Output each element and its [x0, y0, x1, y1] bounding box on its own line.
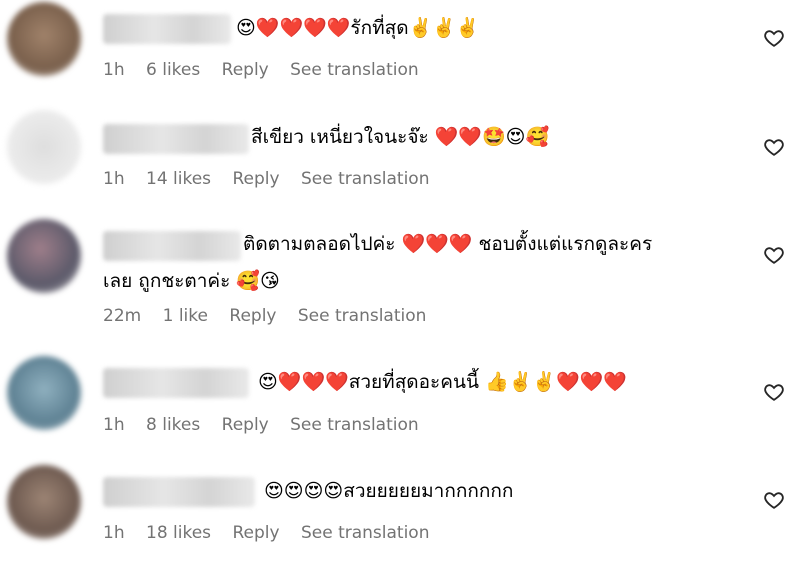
like-heart-icon[interactable] [763, 489, 785, 511]
timestamp: 1h [103, 169, 125, 189]
like-heart-icon[interactable] [763, 381, 785, 403]
comment-meta: 1h 14 likes Reply See translation [103, 169, 445, 189]
reply-button[interactable]: Reply [229, 306, 276, 326]
reply-button[interactable]: Reply [232, 523, 279, 543]
see-translation-link[interactable]: See translation [301, 169, 430, 189]
likes-count[interactable]: 8 likes [146, 415, 200, 435]
see-translation-link[interactable]: See translation [298, 306, 427, 326]
username-blurred[interactable] [103, 14, 231, 44]
timestamp: 1h [103, 415, 125, 435]
likes-count[interactable]: 18 likes [146, 523, 211, 543]
username-blurred[interactable] [103, 477, 255, 507]
like-heart-icon[interactable] [763, 27, 785, 49]
avatar[interactable] [7, 110, 81, 184]
timestamp: 1h [103, 60, 125, 80]
reply-button[interactable]: Reply [232, 169, 279, 189]
like-heart-icon[interactable] [763, 136, 785, 158]
timestamp: 22m [103, 306, 142, 326]
likes-count[interactable]: 14 likes [146, 169, 211, 189]
see-translation-link[interactable]: See translation [301, 523, 430, 543]
avatar[interactable] [7, 356, 81, 430]
comment-meta: 1h 6 likes Reply See translation [103, 60, 435, 80]
reply-button[interactable]: Reply [222, 415, 269, 435]
comment-text: 😍❤️❤️❤️สวยที่สุดอะคนนี้ 👍✌️✌️❤️❤️❤️ [258, 371, 627, 393]
comment-text: 😍❤️❤️❤️❤️รักที่สุด✌️✌️✌️ [236, 17, 480, 39]
reply-button[interactable]: Reply [222, 60, 269, 80]
username-blurred[interactable] [103, 368, 249, 398]
comment-text: 😍😍😍😍สวยยยยยมากกกกกก [264, 480, 514, 502]
comment-meta: 1h 18 likes Reply See translation [103, 523, 445, 543]
like-heart-icon[interactable] [763, 244, 785, 266]
avatar[interactable] [7, 465, 81, 539]
see-translation-link[interactable]: See translation [290, 415, 419, 435]
avatar[interactable] [7, 219, 81, 293]
timestamp: 1h [103, 523, 125, 543]
comment-meta: 22m 1 like Reply See translation [103, 306, 442, 326]
username-blurred[interactable] [103, 124, 249, 154]
comment-text: ติดตามตลอดไปค่ะ ❤️❤️❤️ ชอบตั้งแต่แรกดูละ… [103, 233, 653, 292]
avatar[interactable] [7, 2, 81, 76]
comment-text: สีเขียว เหนี่ยวใจนะจ๊ะ ❤️❤️🤩😍🥰 [251, 126, 550, 148]
likes-count[interactable]: 6 likes [146, 60, 200, 80]
see-translation-link[interactable]: See translation [290, 60, 419, 80]
likes-count[interactable]: 1 like [163, 306, 208, 326]
comment-meta: 1h 8 likes Reply See translation [103, 415, 435, 435]
